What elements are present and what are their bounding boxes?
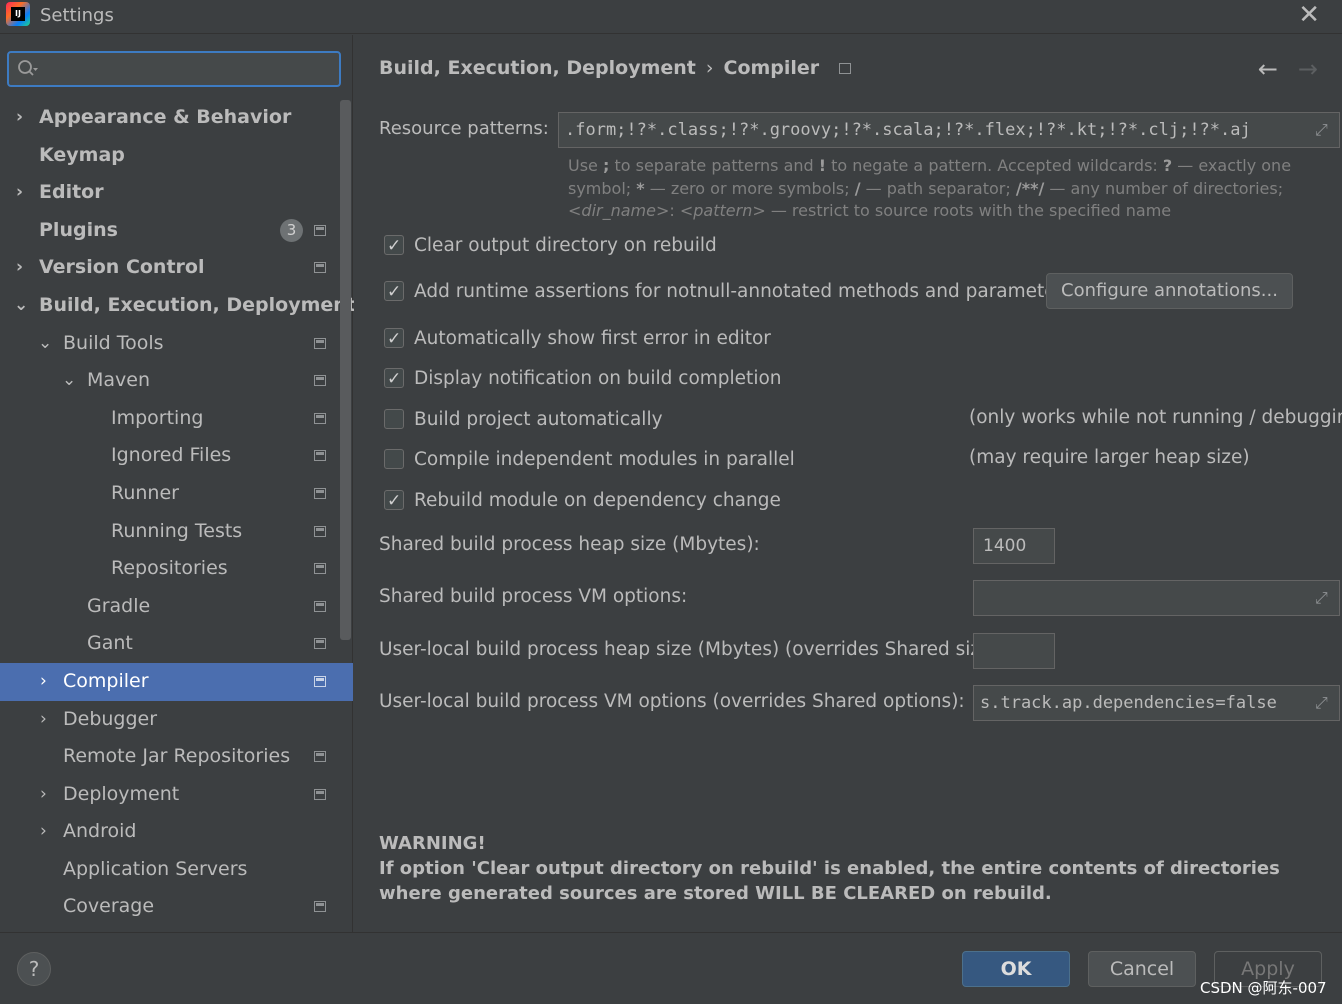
sidebar-item-deployment[interactable]: › Deployment [0, 776, 353, 814]
intellij-logo-icon: IJ [6, 2, 30, 26]
project-settings-icon [314, 412, 326, 424]
resource-patterns-hint: Use ; to separate patterns and ! to nega… [568, 156, 1292, 220]
configure-annotations-button[interactable]: Configure annotations... [1046, 273, 1293, 309]
shared-vm-options-input[interactable]: ⤢ [973, 580, 1340, 616]
sidebar-item-compiler[interactable]: › Compiler [0, 662, 353, 701]
user-heap-input[interactable] [973, 633, 1055, 669]
shared-heap-label: Shared build process heap size (Mbytes): [379, 534, 760, 555]
sidebar-item-debugger[interactable]: › Debugger [0, 701, 353, 739]
chevron-right-icon[interactable]: › [16, 174, 32, 211]
chevron-right-icon[interactable]: › [16, 249, 32, 286]
build-automatically-checkbox[interactable] [384, 409, 404, 429]
sidebar-item-build-tools[interactable]: ⌄ Build Tools [0, 325, 353, 363]
help-button[interactable]: ? [17, 952, 51, 986]
warning-message: WARNING! If option 'Clear output directo… [379, 831, 1339, 906]
project-settings-icon [314, 638, 326, 650]
warning-text: If option 'Clear output directory on reb… [379, 858, 1280, 904]
project-settings-icon [314, 262, 326, 274]
sidebar-item-coverage[interactable]: Coverage [0, 888, 353, 926]
sidebar-item-build-execution-deployment[interactable]: ⌄ Build, Execution, Deployment [0, 287, 356, 325]
shared-heap-input[interactable]: 1400 [973, 528, 1055, 564]
clear-output-checkbox[interactable] [384, 233, 404, 259]
project-settings-icon [314, 675, 326, 687]
sidebar-item-version-control[interactable]: › Version Control [0, 249, 353, 287]
sidebar-item-gant[interactable]: Gant [0, 625, 353, 663]
project-settings-icon [314, 563, 326, 575]
project-settings-icon [839, 63, 852, 74]
display-notification-checkbox[interactable] [384, 366, 404, 392]
chevron-right-icon[interactable]: › [40, 813, 56, 850]
ok-button[interactable]: OK [962, 951, 1070, 987]
sidebar-scrollbar[interactable] [340, 100, 351, 640]
runtime-assertions-checkbox[interactable] [384, 279, 404, 305]
search-icon [18, 60, 38, 76]
sidebar-item-android[interactable]: › Android [0, 813, 353, 851]
compile-parallel-note: (may require larger heap size) [969, 447, 1250, 468]
settings-sidebar: › Appearance & Behavior Keymap › Editor … [0, 35, 356, 932]
back-arrow-icon[interactable]: ← [1258, 55, 1278, 83]
sidebar-item-running-tests[interactable]: Running Tests [0, 513, 353, 551]
breadcrumb-parent[interactable]: Build, Execution, Deployment [379, 57, 696, 79]
dialog-footer: ? OK Cancel Apply CSDN @阿东-007 [0, 932, 1342, 1004]
breadcrumb: Build, Execution, Deployment › Compiler [379, 57, 852, 79]
expand-icon[interactable]: ⤢ [1315, 694, 1333, 712]
breadcrumb-separator: › [705, 57, 714, 79]
rebuild-on-dependency-checkbox[interactable] [384, 488, 404, 514]
title-bar: IJ Settings ✕ [0, 0, 1342, 34]
project-settings-icon [314, 337, 326, 349]
cancel-button[interactable]: Cancel [1088, 951, 1196, 987]
chevron-right-icon[interactable]: › [40, 663, 56, 700]
sidebar-item-ignored-files[interactable]: Ignored Files [0, 437, 353, 475]
breadcrumb-current: Compiler [723, 57, 820, 79]
project-settings-icon [314, 901, 326, 913]
show-first-error-checkbox[interactable] [384, 326, 404, 352]
project-settings-icon [314, 600, 326, 612]
project-settings-icon [314, 375, 326, 387]
chevron-right-icon[interactable]: › [40, 701, 56, 738]
project-settings-icon [314, 487, 326, 499]
sidebar-item-application-servers[interactable]: Application Servers [0, 851, 353, 889]
user-vm-options-label: User-local build process VM options (ove… [379, 691, 965, 712]
sidebar-item-importing[interactable]: Importing [0, 400, 353, 438]
user-vm-options-input[interactable]: s.track.ap.dependencies=false ⤢ [973, 685, 1340, 721]
search-input[interactable] [7, 51, 341, 87]
project-settings-icon [314, 788, 326, 800]
shared-vm-options-label: Shared build process VM options: [379, 586, 688, 607]
chevron-right-icon[interactable]: › [40, 776, 56, 813]
resource-patterns-value: .form;!?*.class;!?*.groovy;!?*.scala;!?*… [565, 120, 1251, 140]
sidebar-item-keymap[interactable]: Keymap [0, 137, 353, 175]
resource-patterns-label: Resource patterns: [379, 118, 549, 139]
warning-title: WARNING! [379, 833, 486, 854]
chevron-down-icon[interactable]: ⌄ [38, 325, 54, 362]
settings-tree: › Appearance & Behavior Keymap › Editor … [0, 99, 356, 926]
close-icon[interactable]: ✕ [1298, 2, 1320, 28]
project-settings-icon [314, 751, 326, 763]
expand-icon[interactable]: ⤢ [1315, 121, 1333, 139]
plugins-update-badge: 3 [280, 218, 303, 242]
compiler-settings-panel: Build, Execution, Deployment › Compiler ← … [354, 35, 1342, 932]
window-title: Settings [40, 5, 114, 26]
chevron-down-icon[interactable]: ⌄ [14, 287, 30, 324]
project-settings-icon [314, 224, 326, 236]
sidebar-item-editor[interactable]: › Editor [0, 174, 353, 212]
chevron-down-icon[interactable]: ⌄ [62, 362, 78, 399]
sidebar-item-gradle[interactable]: Gradle [0, 588, 353, 626]
expand-icon[interactable]: ⤢ [1315, 589, 1333, 607]
build-automatically-note: (only works while not running / debuggin… [969, 407, 1342, 428]
sidebar-item-maven[interactable]: ⌄ Maven [0, 362, 353, 400]
sidebar-item-runner[interactable]: Runner [0, 475, 353, 513]
compile-parallel-checkbox[interactable] [384, 449, 404, 469]
forward-arrow-icon[interactable]: → [1298, 55, 1318, 83]
project-settings-icon [314, 450, 326, 462]
sidebar-item-appearance[interactable]: › Appearance & Behavior [0, 99, 353, 137]
watermark: CSDN @阿东-007 [1200, 979, 1327, 997]
project-settings-icon [314, 525, 326, 537]
resource-patterns-input[interactable]: .form;!?*.class;!?*.groovy;!?*.scala;!?*… [558, 112, 1340, 148]
sidebar-item-repositories[interactable]: Repositories [0, 550, 353, 588]
user-heap-label: User-local build process heap size (Mbyt… [379, 639, 1005, 660]
sidebar-item-plugins[interactable]: Plugins 3 [0, 212, 353, 250]
sidebar-item-remote-jar-repositories[interactable]: Remote Jar Repositories [0, 738, 353, 776]
chevron-right-icon[interactable]: › [16, 99, 32, 136]
